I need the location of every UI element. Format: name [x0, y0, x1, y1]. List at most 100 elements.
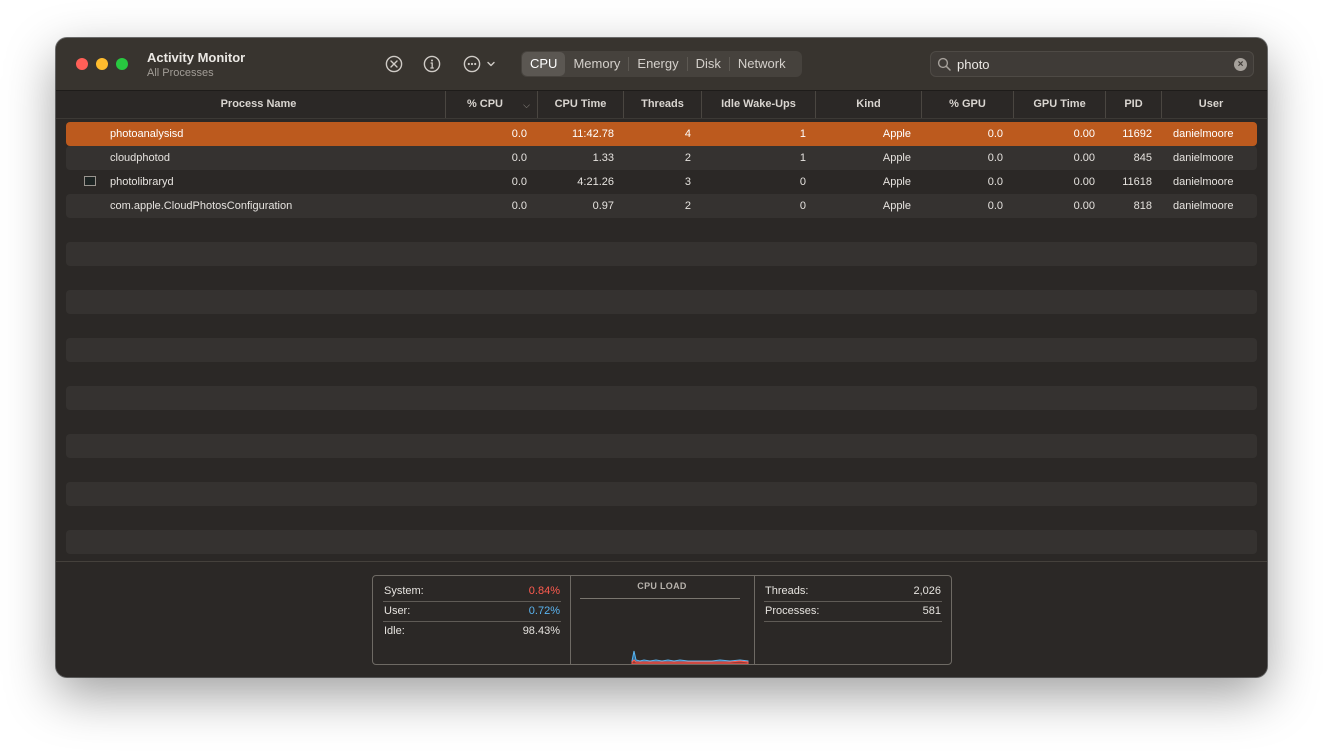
search-icon: [937, 57, 951, 71]
empty-row: [66, 530, 1257, 554]
gpu-percent: 0.0: [987, 200, 1003, 212]
column-gpu-time[interactable]: GPU Time: [1014, 91, 1106, 118]
process-name: photoanalysisd: [110, 128, 184, 140]
column-cpu-percent-label: % CPU: [466, 98, 503, 110]
processes-label: Processes:: [765, 605, 820, 617]
table-row[interactable]: photoanalysisd 0.0 11:42.78 4 1 Apple 0.…: [66, 122, 1257, 146]
column-kind[interactable]: Kind: [816, 91, 922, 118]
empty-row: [66, 386, 1257, 410]
info-icon[interactable]: [422, 54, 442, 74]
column-pid[interactable]: PID: [1106, 91, 1162, 118]
column-gpu-percent[interactable]: % GPU: [922, 91, 1014, 118]
app-subtitle[interactable]: All Processes: [147, 67, 214, 79]
gpu-time: 0.00: [1073, 176, 1095, 188]
gpu-percent: 0.0: [987, 176, 1003, 188]
gpu-time: 0.00: [1073, 152, 1095, 164]
column-process-name[interactable]: Process Name: [56, 91, 446, 118]
column-header: Process Name % CPU ⌵ CPU Time Threads Id…: [56, 91, 1267, 119]
column-cpu-time[interactable]: CPU Time: [538, 91, 624, 118]
zoom-window-button[interactable]: [116, 58, 128, 70]
search-field[interactable]: ×: [930, 51, 1254, 77]
table-row[interactable]: photolibraryd 0.0 4:21.26 3 0 Apple 0.0 …: [66, 170, 1257, 194]
pid: 818: [1133, 200, 1152, 212]
idle-stat: Idle: 98.43%: [383, 621, 561, 641]
pid: 11618: [1122, 176, 1152, 188]
user-value: 0.72%: [528, 605, 560, 617]
gpu-percent: 0.0: [987, 152, 1003, 164]
clear-search-icon[interactable]: ×: [1234, 58, 1247, 71]
tab-cpu[interactable]: CPU: [522, 52, 566, 76]
cpu-time: 4:21.26: [577, 176, 614, 188]
user: danielmoore: [1173, 176, 1234, 188]
threads: 2: [684, 152, 691, 164]
empty-row: [66, 434, 1257, 458]
cpu-load-divider: [580, 598, 740, 599]
stats-area: System: 0.84% User: 0.72% Idle: 98.43% C…: [56, 561, 1267, 677]
column-idle-wake-ups[interactable]: Idle Wake-Ups: [702, 91, 816, 118]
column-threads[interactable]: Threads: [624, 91, 702, 118]
idle-wake-ups: 1: [799, 128, 806, 140]
process-table: photoanalysisd 0.0 11:42.78 4 1 Apple 0.…: [66, 122, 1257, 554]
tab-disk[interactable]: Disk: [688, 52, 729, 76]
tab-network[interactable]: Network: [730, 52, 794, 76]
kind: Apple: [882, 176, 911, 188]
close-window-button[interactable]: [76, 58, 88, 70]
process-name: photolibraryd: [110, 176, 174, 188]
column-user[interactable]: User: [1162, 91, 1260, 118]
gpu-time: 0.00: [1073, 128, 1095, 140]
kind: Apple: [882, 200, 911, 212]
cpu-usage-column: System: 0.84% User: 0.72% Idle: 98.43%: [373, 576, 571, 664]
tab-energy[interactable]: Energy: [629, 52, 686, 76]
toolbar: Activity Monitor All Processes CPU Memor…: [56, 38, 1267, 91]
column-cpu-percent[interactable]: % CPU ⌵: [446, 91, 538, 118]
table-row[interactable]: com.apple.CloudPhotosConfiguration 0.0 0…: [66, 194, 1257, 218]
threads: 3: [684, 176, 691, 188]
user: danielmoore: [1173, 128, 1234, 140]
idle-wake-ups: 0: [799, 200, 806, 212]
idle-wake-ups: 0: [799, 176, 806, 188]
threads-stat: Threads: 2,026: [764, 581, 942, 602]
cpu-percent: 0.0: [511, 152, 527, 164]
idle-value: 98.43%: [522, 625, 560, 637]
threads: 2: [684, 200, 691, 212]
threads: 4: [684, 128, 691, 140]
cpu-load-graph: [631, 650, 749, 664]
system-stat: System: 0.84%: [383, 581, 561, 602]
user: danielmoore: [1173, 200, 1234, 212]
terminal-app-icon: [84, 176, 96, 186]
cpu-percent: 0.0: [511, 200, 527, 212]
processes-value: 581: [922, 605, 941, 617]
empty-row: [66, 482, 1257, 506]
threads-value: 2,026: [913, 585, 941, 597]
activity-monitor-window: Activity Monitor All Processes CPU Memor…: [56, 38, 1267, 677]
minimize-window-button[interactable]: [96, 58, 108, 70]
threads-label: Threads:: [765, 585, 809, 597]
system-label: System:: [384, 585, 424, 597]
stop-process-icon[interactable]: [384, 54, 404, 74]
more-actions-icon[interactable]: [462, 54, 498, 74]
table-row[interactable]: cloudphotod 0.0 1.33 2 1 Apple 0.0 0.00 …: [66, 146, 1257, 170]
cpu-time: 11:42.78: [571, 128, 614, 140]
sort-descending-icon: ⌵: [523, 100, 530, 110]
processes-stat: Processes: 581: [764, 601, 942, 622]
idle-label: Idle:: [384, 625, 405, 637]
pid: 845: [1133, 152, 1152, 164]
view-tabs: CPU Memory Energy Disk Network: [521, 51, 802, 77]
empty-row: [66, 242, 1257, 266]
process-name: cloudphotod: [110, 152, 170, 164]
pid: 11692: [1122, 128, 1152, 140]
gpu-percent: 0.0: [987, 128, 1003, 140]
empty-row: [66, 338, 1257, 362]
user-label: User:: [384, 605, 411, 617]
search-input[interactable]: [957, 55, 1227, 73]
system-value: 0.84%: [528, 585, 560, 597]
kind: Apple: [882, 152, 911, 164]
tab-memory[interactable]: Memory: [565, 52, 628, 76]
cpu-percent: 0.0: [511, 176, 527, 188]
cpu-load-column: CPU LOAD: [570, 576, 755, 664]
empty-row: [66, 290, 1257, 314]
app-title: Activity Monitor: [147, 50, 246, 65]
cpu-time: 1.33: [592, 152, 614, 164]
process-name: com.apple.CloudPhotosConfiguration: [110, 200, 293, 212]
cpu-load-title: CPU LOAD: [637, 581, 687, 591]
